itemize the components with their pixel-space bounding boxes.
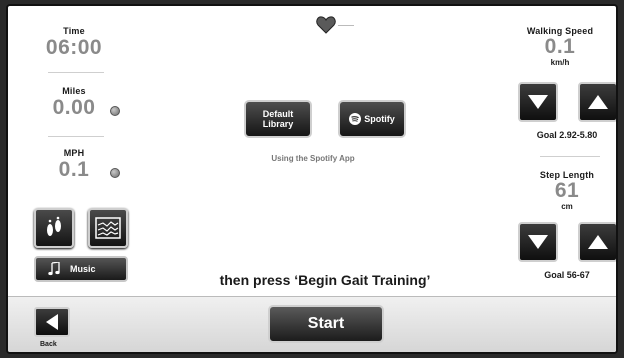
time-value: 06:00 xyxy=(45,36,103,59)
step-length-unit: cm xyxy=(561,202,573,211)
step-length-increase-button[interactable] xyxy=(578,222,616,262)
footprints-button[interactable] xyxy=(34,208,74,248)
miles-value: 0.00 xyxy=(52,96,96,119)
left-divider-1 xyxy=(48,72,104,73)
heart-indicator xyxy=(316,16,356,36)
instruction-text: then press ‘Begin Gait Training’ xyxy=(219,272,431,288)
arrow-down-icon xyxy=(528,95,548,109)
heart-icon xyxy=(316,16,336,34)
walking-speed-decrease-button[interactable] xyxy=(518,82,558,122)
arrow-left-icon xyxy=(46,314,58,330)
footprints-icon xyxy=(47,216,61,236)
graph-icon xyxy=(95,217,121,239)
music-button[interactable]: Music xyxy=(34,256,128,282)
miles-indicator-dot xyxy=(110,106,120,116)
arrow-up-icon xyxy=(588,95,608,109)
step-length-goal: Goal 56-67 xyxy=(544,270,590,280)
default-library-button[interactable]: Default Library xyxy=(244,100,312,138)
heart-line xyxy=(338,25,354,26)
mph-indicator-dot xyxy=(110,168,120,178)
bottom-bar: Back Start xyxy=(8,296,616,352)
mph-label: MPH xyxy=(63,148,85,158)
arrow-up-icon xyxy=(588,235,608,249)
graph-button[interactable] xyxy=(88,208,128,248)
default-library-label: Default Library xyxy=(262,109,294,129)
walking-speed-increase-button[interactable] xyxy=(578,82,616,122)
right-divider xyxy=(540,156,600,157)
left-divider-2 xyxy=(48,136,104,137)
miles-stat: Miles 0.00 xyxy=(26,86,122,120)
start-button[interactable]: Start xyxy=(268,305,384,343)
step-length-decrease-button[interactable] xyxy=(518,222,558,262)
gait-training-screen: Time 06:00 Miles 0.00 MPH 0.1 Music Defa… xyxy=(6,4,618,354)
back-button[interactable] xyxy=(34,307,70,337)
step-length-value: 61 xyxy=(554,179,580,202)
time-label: Time xyxy=(63,26,85,36)
spotify-hint: Using the Spotify App xyxy=(271,154,355,163)
back-label: Back xyxy=(40,341,57,348)
walking-speed-value: 0.1 xyxy=(544,35,576,58)
music-note-icon xyxy=(48,262,60,276)
music-label: Music xyxy=(70,264,96,274)
mph-stat: MPH 0.1 xyxy=(26,148,122,182)
arrow-down-icon xyxy=(528,235,548,249)
walking-speed-stat: Walking Speed 0.1 km/h xyxy=(512,26,608,67)
spotify-label: Spotify xyxy=(364,114,395,124)
step-length-stat: Step Length 61 cm xyxy=(512,170,616,211)
walking-speed-unit: km/h xyxy=(550,58,570,67)
mph-value: 0.1 xyxy=(58,158,90,181)
spotify-logo-icon xyxy=(349,113,362,125)
time-stat: Time 06:00 xyxy=(26,26,122,60)
walking-speed-goal: Goal 2.92-5.80 xyxy=(536,130,598,140)
spotify-button[interactable]: Spotify xyxy=(338,100,406,138)
miles-label: Miles xyxy=(62,86,86,96)
